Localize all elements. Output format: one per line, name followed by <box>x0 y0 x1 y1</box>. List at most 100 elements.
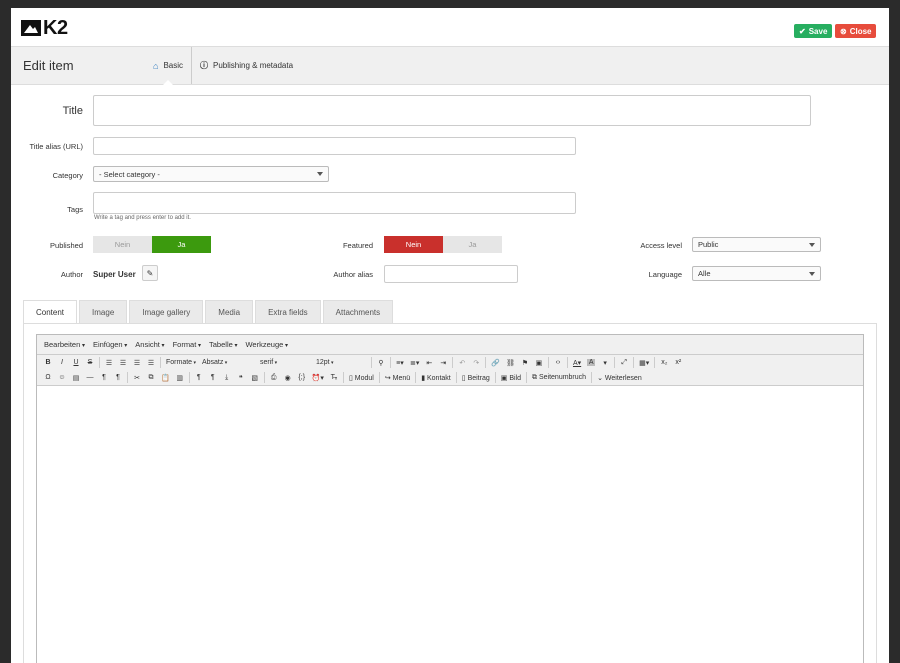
font-family-dropdown[interactable]: serif <box>260 359 310 366</box>
outdent-icon[interactable]: ⇤ <box>425 359 433 367</box>
emoticon-icon[interactable]: ☺ <box>58 374 66 381</box>
menu-ansicht[interactable]: Ansicht <box>135 340 164 349</box>
article-button[interactable]: ▯ Beitrag <box>462 374 490 382</box>
tab-image[interactable]: Image <box>79 300 128 323</box>
fullscreen-icon[interactable]: ⤢ <box>620 359 628 367</box>
menu-tabelle[interactable]: Tabelle <box>209 340 237 349</box>
align-justify-icon[interactable]: ☰ <box>147 359 155 367</box>
category-label: Category <box>52 171 83 180</box>
anchor-icon[interactable]: ⚑ <box>521 359 529 367</box>
preview-icon[interactable]: ◉ <box>284 374 292 382</box>
special-char-icon[interactable]: Ω <box>44 374 52 381</box>
text-color-icon[interactable]: A▾ <box>573 359 581 367</box>
undo-icon[interactable]: ↶ <box>458 359 466 367</box>
blockquote-icon[interactable]: ❝ <box>237 374 245 382</box>
readmore-label: Weiterlesen <box>604 374 642 382</box>
alias-input[interactable] <box>93 137 576 155</box>
module-button[interactable]: ▯ Modul <box>349 374 374 382</box>
tab-media[interactable]: Media <box>205 300 254 323</box>
readmore-button[interactable]: ⌄ Weiterlesen <box>597 374 642 382</box>
category-select[interactable]: - Select category - <box>93 166 329 182</box>
info-icon: ⓘ <box>200 61 208 70</box>
italic-icon[interactable]: I <box>58 359 66 366</box>
menu-einfuegen[interactable]: Einfügen <box>93 340 127 349</box>
block-format-dropdown[interactable]: Absatz <box>202 359 254 366</box>
language-select[interactable]: Alle <box>692 266 821 281</box>
paste-icon[interactable]: 📋 <box>161 374 170 382</box>
close-circle-icon: ⊗ <box>840 26 847 36</box>
menu-bearbeiten[interactable]: Bearbeiten <box>44 340 85 349</box>
contact-button[interactable]: ▮ Kontakt <box>421 374 451 382</box>
align-right-icon[interactable]: ☰ <box>133 359 141 367</box>
menu-link-button[interactable]: ↪ Menü <box>385 374 410 382</box>
image-icon[interactable]: ▣ <box>535 359 543 367</box>
header-bar: Edit item ⌂ Basic ⓘ Publishing & metadat… <box>11 46 889 85</box>
media-icon[interactable]: ▤ <box>72 374 80 382</box>
featured-no-option[interactable]: Nein <box>384 236 443 253</box>
title-label: Title <box>62 105 83 117</box>
menu-link-label: Menü <box>392 374 411 382</box>
edit-author-button[interactable]: ✎ <box>142 265 158 281</box>
bold-icon[interactable]: B <box>44 359 52 366</box>
tab-publishing-metadata[interactable]: ⓘ Publishing & metadata <box>192 47 301 84</box>
paste-text-icon[interactable]: ▥ <box>176 374 184 382</box>
published-yes-option[interactable]: Ja <box>152 236 211 253</box>
page-break-button[interactable]: ⧉ Seitenumbruch <box>532 374 586 382</box>
tab-basic[interactable]: ⌂ Basic <box>145 47 191 85</box>
save-button[interactable]: ✔ Save <box>794 24 832 38</box>
access-level-select[interactable]: Public <box>692 237 821 252</box>
toolbar-divider <box>494 372 496 383</box>
close-button[interactable]: ⊗ Close <box>835 24 876 38</box>
background-color-icon[interactable]: A <box>587 359 596 366</box>
cut-icon[interactable]: ✂ <box>133 374 141 382</box>
rtl-icon[interactable]: ¶ <box>114 374 122 381</box>
visual-chars-icon[interactable]: ¶ <box>209 374 217 381</box>
code-sample-icon[interactable]: {;} <box>298 374 306 381</box>
font-size-dropdown[interactable]: 12pt <box>316 359 366 366</box>
author-alias-label: Author alias <box>333 270 373 279</box>
tab-basic-label: Basic <box>163 61 183 70</box>
template-icon[interactable]: ▧ <box>251 374 259 382</box>
ltr-icon[interactable]: ¶ <box>100 374 108 381</box>
tab-content[interactable]: Content <box>23 300 78 324</box>
link-icon[interactable]: 🔗 <box>491 359 500 367</box>
formats-dropdown[interactable]: Formate <box>166 359 196 366</box>
align-left-icon[interactable]: ☰ <box>105 359 113 367</box>
indent-icon[interactable]: ⇥ <box>439 359 447 367</box>
redo-icon[interactable]: ↷ <box>472 359 480 367</box>
bullet-list-icon[interactable]: ≡▾ <box>396 359 404 367</box>
published-no-option[interactable]: Nein <box>93 236 152 253</box>
find-replace-icon[interactable]: ⚲ <box>377 359 385 367</box>
insert-datetime-icon[interactable]: ⏰▾ <box>312 374 324 382</box>
toolbar-divider <box>389 357 391 368</box>
copy-icon[interactable]: ⧉ <box>147 374 155 382</box>
page-break-icon: ⧉ <box>532 373 538 381</box>
tags-input[interactable] <box>93 192 576 214</box>
author-alias-input[interactable] <box>384 265 518 283</box>
horizontal-rule-icon[interactable]: — <box>86 374 94 381</box>
tab-attachments[interactable]: Attachments <box>322 300 394 323</box>
menu-format[interactable]: Format <box>173 340 201 349</box>
code-icon[interactable]: ‹› <box>554 359 562 366</box>
strikethrough-icon[interactable]: S <box>86 359 94 366</box>
show-blocks-icon[interactable]: ¶ <box>195 374 203 381</box>
underline-icon[interactable]: U <box>72 359 80 366</box>
subscript-icon[interactable]: x₂ <box>660 359 668 366</box>
menu-werkzeuge[interactable]: Werkzeuge <box>245 340 287 349</box>
table-icon[interactable]: ▦▾ <box>639 359 649 367</box>
numbered-list-icon[interactable]: ≣▾ <box>410 359 419 367</box>
caret-down-icon <box>317 172 323 176</box>
print-icon[interactable]: ⎙ <box>270 374 278 382</box>
unlink-icon[interactable]: ⛓ <box>506 359 515 367</box>
background-color-dropdown-icon[interactable]: ▾ <box>601 359 609 367</box>
align-center-icon[interactable]: ☰ <box>119 359 127 367</box>
title-input[interactable] <box>93 95 811 126</box>
editor-content-area[interactable] <box>37 387 863 663</box>
insert-image-button[interactable]: ▣ Bild <box>501 374 521 382</box>
tab-image-gallery[interactable]: Image gallery <box>129 300 204 323</box>
clear-formatting-icon[interactable]: T̶ₓ <box>330 374 338 381</box>
insert-file-icon[interactable]: ⤓ <box>223 374 231 382</box>
tab-extra-fields[interactable]: Extra fields <box>255 300 321 323</box>
featured-yes-option[interactable]: Ja <box>443 236 502 253</box>
superscript-icon[interactable]: x² <box>674 359 682 366</box>
